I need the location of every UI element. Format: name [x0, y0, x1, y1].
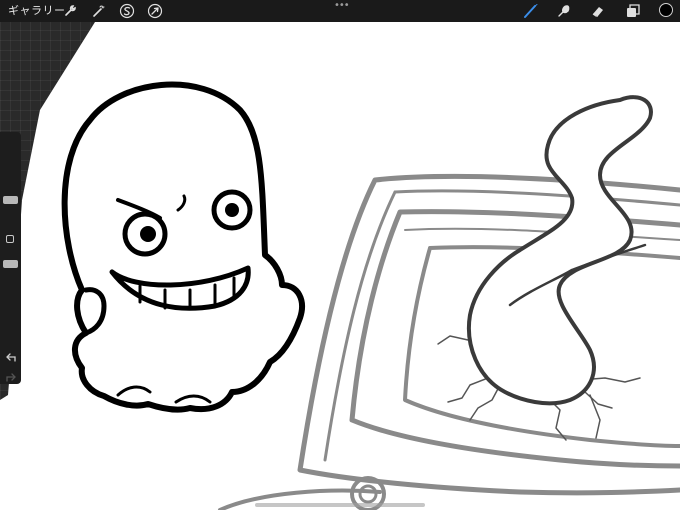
home-indicator — [255, 503, 425, 507]
arrow-cursor-icon[interactable] — [146, 2, 164, 20]
redo-icon[interactable] — [4, 370, 17, 383]
eraser-icon[interactable] — [589, 2, 607, 20]
left-sidebar — [0, 132, 21, 384]
ghost-left-pupil — [140, 226, 156, 242]
procreate-app: ギャラリー ••• — [0, 0, 680, 510]
wrench-icon[interactable] — [61, 2, 79, 20]
gallery-button[interactable]: ギャラリー — [8, 3, 66, 19]
top-toolbar: ギャラリー ••• — [0, 0, 680, 22]
opacity-slider[interactable] — [3, 260, 18, 268]
layers-icon[interactable] — [624, 2, 642, 20]
ghost-right-pupil — [225, 203, 239, 217]
more-menu-button[interactable]: ••• — [334, 1, 350, 11]
square-modify-icon[interactable] — [6, 235, 14, 243]
undo-icon[interactable] — [4, 350, 17, 363]
drawing-canvas[interactable] — [0, 0, 680, 510]
smudge-icon[interactable] — [555, 2, 573, 20]
brush-icon[interactable] — [522, 2, 540, 20]
selection-s-icon[interactable] — [118, 2, 136, 20]
brush-size-slider[interactable] — [3, 196, 18, 204]
magic-wand-icon[interactable] — [90, 2, 108, 20]
color-picker-button[interactable] — [659, 3, 673, 17]
